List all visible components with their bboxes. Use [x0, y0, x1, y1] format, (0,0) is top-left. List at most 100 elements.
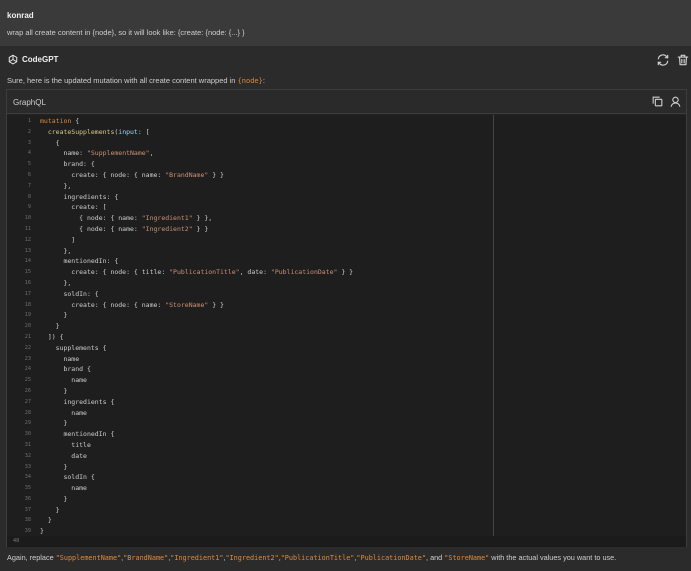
code-line: name: "SupplementName", — [40, 149, 154, 158]
footer-prefix: Again, replace — [7, 553, 56, 562]
code-language-label: GraphQL — [13, 98, 46, 107]
code-line: name — [40, 354, 80, 363]
line-number: 4 — [27, 150, 31, 157]
footer-placeholder: "Ingredient2" — [225, 554, 279, 562]
footer-suffix: with the actual values you want to use. — [489, 553, 617, 562]
line-number: 30 — [24, 431, 31, 438]
code-line: } — [40, 322, 60, 331]
footer-placeholder: "BrandName" — [123, 554, 169, 562]
line-number: 8 — [27, 193, 31, 200]
line-number: 28 — [24, 409, 31, 416]
code-line: name — [40, 376, 87, 385]
code-line: }, — [40, 278, 72, 287]
code-line: } — [40, 462, 68, 471]
line-number: 33 — [24, 463, 31, 470]
code-line: ] — [40, 235, 76, 244]
insert-code-icon[interactable] — [669, 95, 682, 108]
line-number: 5 — [27, 161, 31, 168]
copy-icon[interactable] — [651, 95, 664, 108]
line-number: 12 — [24, 236, 31, 243]
code-line: }, — [40, 181, 72, 190]
code-line: { node: { name: "Ingredient2" } } — [40, 224, 209, 233]
line-number: 9 — [27, 204, 31, 211]
line-number: 1 — [27, 118, 31, 124]
code-line: mutation { — [40, 117, 80, 125]
line-number: 35 — [24, 485, 31, 492]
code-line: supplements { — [40, 343, 107, 352]
editor-status-bar: 48 — [7, 536, 686, 547]
code-line: } — [40, 386, 68, 395]
line-number: 34 — [24, 474, 31, 481]
refresh-icon[interactable] — [656, 53, 670, 67]
line-number: 10 — [24, 215, 31, 222]
line-number: 31 — [24, 441, 31, 448]
code-editor[interactable]: 1 2 3 4 5 6 7 8 9 10 11 12 13 14 15 16 17 18 19 20 21 22 23 24 2… — [7, 115, 686, 536]
code-line: } — [40, 419, 68, 428]
code-line: { — [40, 138, 60, 147]
code-lines[interactable]: mutation { createSupplements(input: [ { … — [40, 116, 490, 537]
code-line: }, — [40, 246, 72, 255]
code-line: mentionedIn: { — [40, 257, 119, 266]
footer-placeholder: "SupplementName" — [55, 554, 122, 562]
code-line: name — [40, 484, 87, 493]
line-number: 27 — [24, 398, 31, 405]
line-number: 13 — [24, 247, 31, 254]
line-number: 3 — [27, 139, 31, 146]
code-line: ingredients: { — [40, 192, 119, 201]
intro-end: : — [262, 76, 265, 85]
line-number: 23 — [24, 355, 31, 362]
code-block-header: GraphQL — [7, 90, 686, 114]
code-line: create: { node: { title: "PublicationTit… — [40, 268, 354, 277]
code-line: { node: { name: "Ingredient1" } }, — [40, 214, 213, 223]
code-line: create: [ — [40, 203, 107, 212]
line-number: 26 — [24, 387, 31, 394]
line-number: 22 — [24, 344, 31, 351]
line-number: 25 — [24, 377, 31, 384]
line-number: 36 — [24, 495, 31, 502]
bot-footer-text: Again, replace "SupplementName","BrandNa… — [7, 553, 616, 562]
code-line: mentionedIn { — [40, 430, 115, 439]
line-number: 2 — [27, 128, 31, 135]
footer-and: and — [430, 553, 445, 562]
user-message-text: wrap all create content in {node}, so it… — [7, 28, 245, 37]
line-number: 20 — [24, 323, 31, 330]
line-number: 32 — [24, 452, 31, 459]
line-number: 17 — [24, 290, 31, 297]
bot-name: CodeGPT — [22, 55, 59, 64]
line-number: 18 — [24, 301, 31, 308]
code-line: ]) { — [40, 332, 64, 341]
code-line: brand: { — [40, 160, 95, 169]
code-line: title — [40, 440, 91, 449]
line-number: 38 — [24, 517, 31, 524]
line-number: 6 — [27, 171, 31, 178]
code-line: date — [40, 451, 87, 460]
line-number: 29 — [24, 420, 31, 427]
line-number: 16 — [24, 279, 31, 286]
line-number: 7 — [27, 182, 31, 189]
code-line: ingredients { — [40, 397, 115, 406]
footer-placeholder: "PublicationTitle" — [280, 554, 355, 562]
code-block: GraphQL 1 2 3 4 5 6 7 8 9 10 11 12 13 14 15 16 17 18 19 20 2… — [6, 89, 687, 547]
trash-icon[interactable] — [676, 53, 690, 67]
footer-placeholder: "PublicationDate" — [356, 554, 426, 562]
footer-placeholder: "StoreName" — [444, 554, 490, 562]
code-line: createSupplements(input: [ — [47, 127, 150, 136]
user-message-block: konrad wrap all create content in {node}… — [0, 0, 691, 46]
code-line: soldIn: { — [40, 289, 99, 298]
line-number: 37 — [24, 506, 31, 513]
openai-logo-icon — [8, 54, 18, 65]
code-line: } — [40, 494, 68, 503]
line-number: 14 — [24, 258, 31, 265]
code-line: create: { node: { name: "StoreName" } } — [40, 300, 224, 309]
intro-inline-code: {node} — [237, 77, 263, 85]
editor-divider — [493, 115, 494, 536]
line-number: 21 — [24, 333, 31, 340]
code-line: create: { node: { name: "BrandName" } } — [40, 170, 224, 179]
bot-message-header: CodeGPT — [0, 46, 691, 74]
line-number: 24 — [24, 366, 31, 373]
code-line: brand { — [40, 365, 91, 374]
code-line: } — [40, 311, 68, 320]
footer-placeholder: "Ingredient1" — [170, 554, 224, 562]
code-line: soldIn { — [40, 473, 95, 482]
intro-text: Sure, here is the updated mutation with … — [7, 76, 238, 85]
